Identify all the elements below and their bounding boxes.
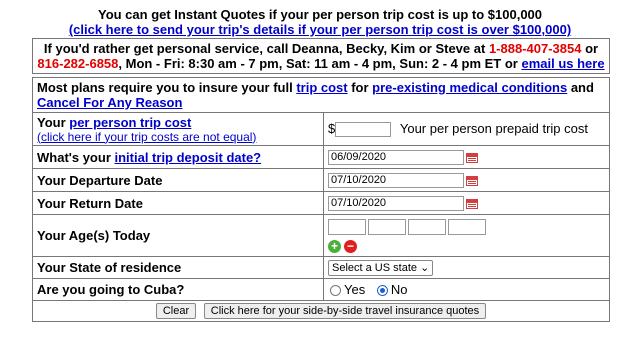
state-label: Your State of residence: [32, 256, 324, 279]
cuba-yes-label: Yes: [344, 282, 366, 297]
trip-cost-label-prefix: Your: [37, 114, 70, 130]
age-input-3[interactable]: [408, 218, 446, 235]
contact-or: or: [581, 41, 599, 56]
cuba-no-label: No: [390, 282, 408, 297]
phone-1: 1-888-407-3854: [488, 41, 582, 56]
calendar-icon[interactable]: [466, 198, 478, 209]
trip-cost-cell: $ Your per person prepaid trip cost: [323, 112, 610, 146]
calendar-icon[interactable]: [466, 175, 478, 186]
return-cell: 07/10/2020: [323, 191, 610, 215]
row-departure-date: Your Departure Date 07/10/2020: [32, 168, 610, 192]
email-us-link[interactable]: email us here: [521, 56, 604, 71]
header: You can get Instant Quotes if your per p…: [0, 0, 640, 37]
currency-symbol: $: [328, 120, 336, 136]
add-traveler-icon[interactable]: +: [328, 239, 341, 253]
state-select-value: Select a US state: [332, 262, 417, 274]
phone-2: 816-282-6858: [37, 56, 119, 71]
deposit-date-link[interactable]: initial trip deposit date?: [115, 150, 262, 165]
calendar-icon[interactable]: [466, 152, 478, 163]
age-input-1[interactable]: [328, 218, 366, 235]
cancel-for-any-reason-link[interactable]: Cancel For Any Reason: [37, 95, 182, 110]
pre-existing-conditions-link[interactable]: pre-existing medical conditions: [372, 80, 567, 95]
unequal-costs-link[interactable]: (click here if your trip costs are not e…: [37, 130, 319, 144]
plans-text-3: and: [567, 80, 594, 95]
deposit-cell: 06/09/2020: [323, 145, 610, 169]
chevron-down-icon: ⌄: [420, 262, 430, 274]
cuba-label: Are you going to Cuba?: [32, 278, 324, 301]
row-return-date: Your Return Date 07/10/2020: [32, 191, 610, 215]
buttons-cell: Clear Click here for your side-by-side t…: [32, 300, 610, 322]
get-quotes-button[interactable]: Click here for your side-by-side travel …: [203, 303, 487, 319]
ages-cell: + −: [323, 214, 610, 257]
deposit-label-prefix: What's your: [37, 149, 115, 165]
row-state: Your State of residence Select a US stat…: [32, 256, 610, 279]
age-input-4[interactable]: [448, 218, 486, 235]
trip-cost-input[interactable]: [335, 122, 392, 138]
quote-form: Your per person trip cost (click here if…: [32, 112, 610, 322]
ages-label: Your Age(s) Today: [32, 214, 324, 257]
trip-cost-label: Your per person trip cost (click here if…: [32, 112, 324, 146]
clear-button[interactable]: Clear: [155, 303, 197, 319]
state-cell: Select a US state ⌄: [323, 256, 610, 279]
quote-form-container: If you'd rather get personal service, ca…: [32, 38, 610, 322]
deposit-date-input[interactable]: 06/09/2020: [328, 150, 464, 166]
row-ages: Your Age(s) Today + −: [32, 214, 610, 257]
age-input-2[interactable]: [368, 218, 406, 235]
departure-date-input[interactable]: 07/10/2020: [328, 173, 464, 189]
over-100k-link[interactable]: (click here to send your trip's details …: [0, 22, 640, 37]
row-trip-cost: Your per person trip cost (click here if…: [32, 112, 610, 146]
trip-cost-link[interactable]: trip cost: [296, 80, 347, 95]
instant-quote-notice: You can get Instant Quotes if your per p…: [97, 7, 543, 22]
state-select[interactable]: Select a US state ⌄: [328, 260, 434, 276]
cuba-cell: Yes No: [323, 278, 610, 301]
row-deposit-date: What's your initial trip deposit date? 0…: [32, 145, 610, 169]
return-label: Your Return Date: [32, 191, 324, 215]
deposit-label: What's your initial trip deposit date?: [32, 145, 324, 169]
trip-cost-helper: Your per person prepaid trip cost: [399, 120, 588, 136]
departure-label: Your Departure Date: [32, 168, 324, 192]
row-buttons: Clear Click here for your side-by-side t…: [32, 300, 610, 322]
plans-notice: Most plans require you to insure your fu…: [32, 77, 610, 112]
departure-cell: 07/10/2020: [323, 168, 610, 192]
plans-text-1: Most plans require you to insure your fu…: [37, 80, 297, 95]
cuba-no-radio[interactable]: [376, 285, 388, 297]
row-cuba: Are you going to Cuba? Yes No: [32, 278, 610, 301]
contact-text-1: If you'd rather get personal service, ca…: [43, 41, 489, 56]
contact-info: If you'd rather get personal service, ca…: [32, 38, 610, 74]
per-person-trip-cost-link[interactable]: per person trip cost: [69, 115, 191, 130]
plans-text-2: for: [347, 80, 373, 95]
return-date-input[interactable]: 07/10/2020: [328, 196, 464, 212]
remove-traveler-icon[interactable]: −: [344, 239, 357, 253]
cuba-yes-radio[interactable]: [330, 285, 341, 297]
contact-text-2: , Mon - Fri: 8:30 am - 7 pm, Sat: 11 am …: [118, 56, 522, 71]
